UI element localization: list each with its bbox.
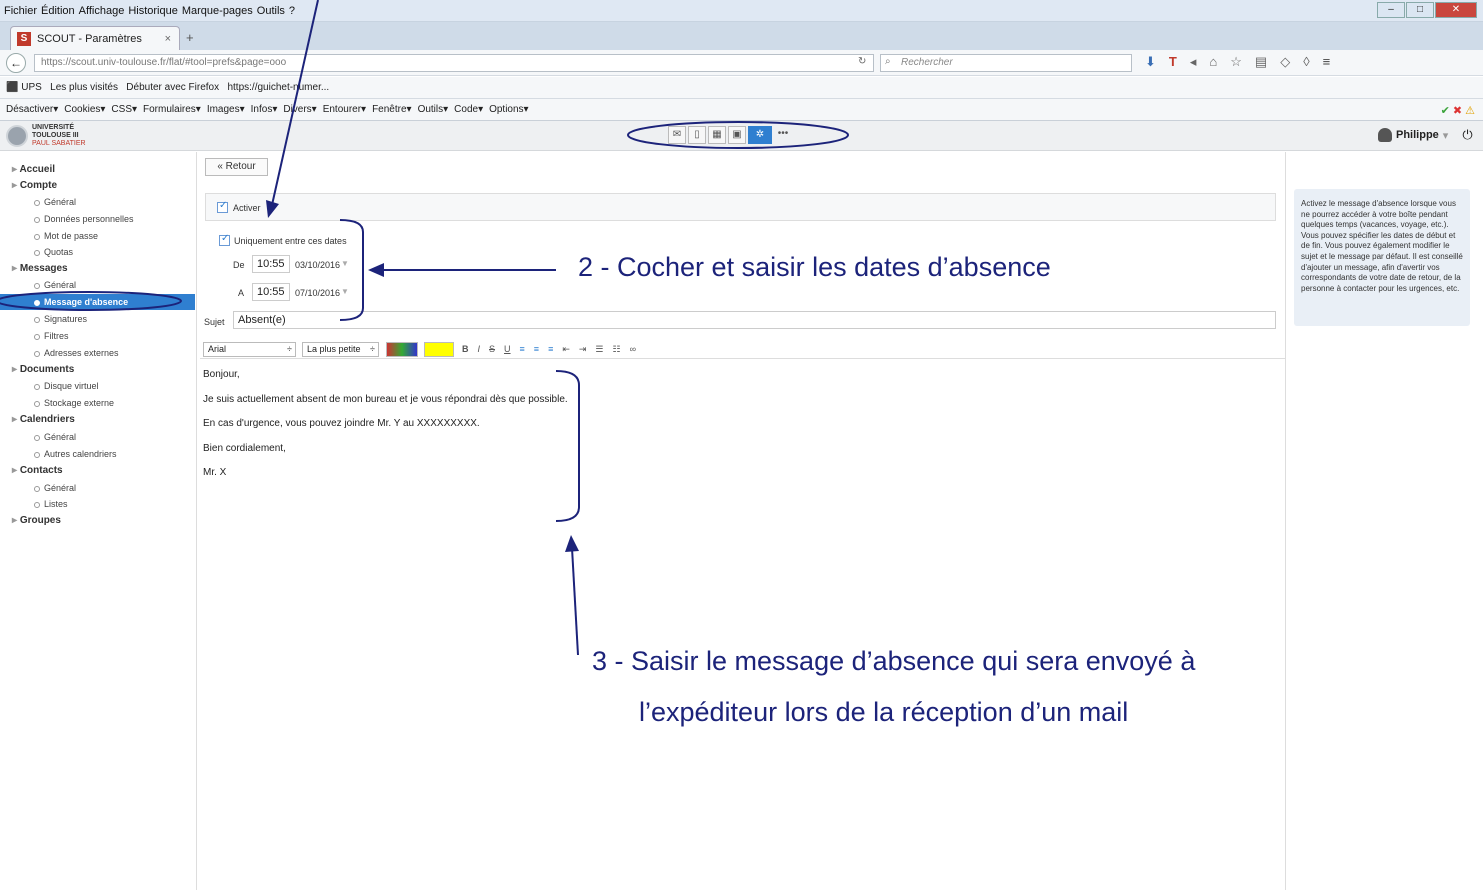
- message-bracket: [555, 370, 580, 522]
- activer-arrow: [271, 0, 319, 206]
- step2-annotation: 2 - Cocher et saisir les dates d’absence: [578, 252, 1051, 282]
- message-arrow: [571, 547, 579, 656]
- activer-arrow-head: [266, 200, 279, 218]
- step3-annotation-line1: 3 - Saisir le message d’absence qui sera…: [592, 646, 1196, 676]
- message-arrow-head: [565, 535, 579, 552]
- dates-arrow-head: [368, 263, 384, 277]
- step3-annotation-line2: l’expéditeur lors de la réception d’un m…: [639, 697, 1129, 727]
- dates-bracket: [339, 219, 364, 321]
- sidebar-highlight-ellipse: [0, 291, 182, 311]
- annotation-overlay: [0, 0, 849, 656]
- toolbar-highlight-ellipse: [627, 121, 849, 149]
